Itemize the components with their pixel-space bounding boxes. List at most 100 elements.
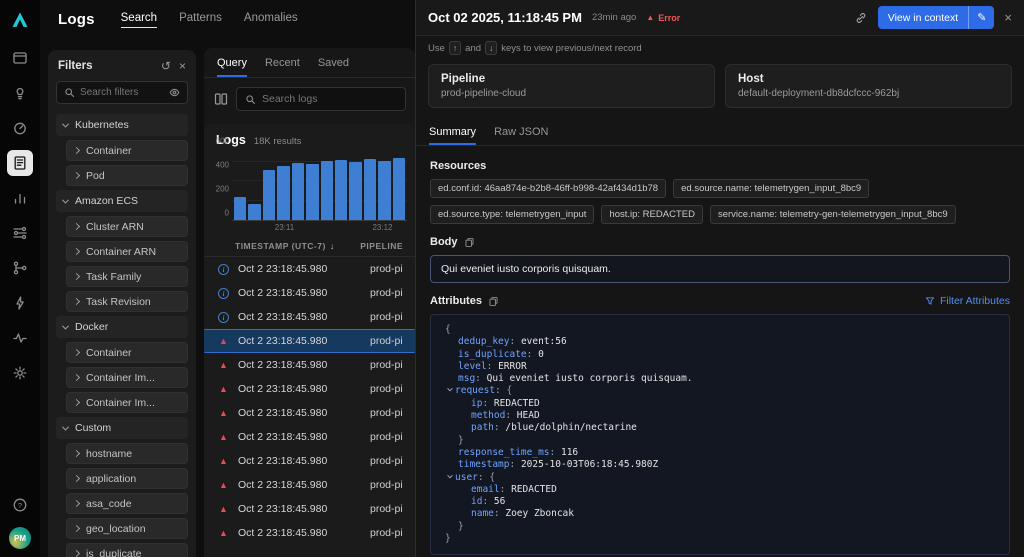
topnav-patterns[interactable]: Patterns	[179, 12, 222, 28]
collapse-icon[interactable]	[447, 472, 453, 478]
histogram-bar[interactable]	[349, 162, 361, 220]
eye-icon[interactable]	[169, 87, 180, 98]
histogram-bar[interactable]	[306, 164, 318, 220]
filters-search[interactable]	[56, 81, 188, 104]
log-row[interactable]: ▲Oct 2 23:18:45.980prod-pipeline-cloud	[204, 521, 415, 545]
metrics-icon[interactable]	[7, 185, 33, 211]
attributes-json-viewer[interactable]: {dedup_key: event:56is_duplicate: 0level…	[430, 314, 1010, 555]
pipelines-icon[interactable]	[7, 220, 33, 246]
histogram-bar[interactable]	[364, 159, 376, 220]
view-in-context-button[interactable]: View in context ✎	[878, 6, 995, 29]
tab-saved[interactable]: Saved	[318, 48, 349, 77]
filter-item-container[interactable]: Container	[66, 140, 188, 161]
user-avatar[interactable]: PM	[9, 527, 31, 549]
attribute-line: is_duplicate: 0	[445, 349, 995, 361]
traces-icon[interactable]	[7, 325, 33, 351]
filter-group-kubernetes[interactable]: Kubernetes	[56, 114, 188, 136]
tab-query[interactable]: Query	[217, 48, 247, 77]
filter-item-is-duplicate[interactable]: is_duplicate	[66, 543, 188, 557]
close-filters-icon[interactable]: ×	[179, 60, 186, 72]
filter-group-docker[interactable]: Docker	[56, 316, 188, 338]
log-row[interactable]: ▲Oct 2 23:18:45.980prod-pipeline-cloud	[204, 401, 415, 425]
detail-tab-raw-json[interactable]: Raw JSON	[494, 118, 548, 145]
dashboards-icon[interactable]	[7, 115, 33, 141]
resource-chip[interactable]: host.ip: REDACTED	[601, 205, 703, 224]
detail-card-pipeline[interactable]: Pipelineprod-pipeline-cloud	[428, 64, 715, 108]
histogram-bar[interactable]	[234, 197, 246, 220]
resource-chip[interactable]: ed.source.name: telemetrygen_input_8bc9	[673, 179, 869, 198]
filter-item-hostname[interactable]: hostname	[66, 443, 188, 464]
service-map-icon[interactable]	[7, 255, 33, 281]
copy-attributes-icon[interactable]	[488, 296, 499, 307]
collapse-icon[interactable]	[447, 386, 453, 392]
logs-icon[interactable]	[7, 150, 33, 176]
filters-tree: Kubernetes Container Pod Amazon ECS Cluster …	[56, 114, 188, 557]
histogram-bar[interactable]	[393, 158, 405, 220]
edit-icon[interactable]: ✎	[969, 11, 994, 24]
log-row[interactable]: iOct 2 23:18:45.980prod-pipeline-cloud	[204, 305, 415, 329]
histogram-bar[interactable]	[378, 161, 390, 220]
histogram-bar[interactable]	[335, 160, 347, 220]
tab-recent[interactable]: Recent	[265, 48, 300, 77]
attribute-line: {	[445, 324, 995, 336]
close-icon[interactable]: ×	[1004, 10, 1012, 25]
filter-item-pod[interactable]: Pod	[66, 165, 188, 186]
resource-chip[interactable]: ed.source.type: telemetrygen_input	[430, 205, 594, 224]
log-row[interactable]: ▲Oct 2 23:18:45.980prod-pipeline-cloud	[204, 377, 415, 401]
chevron-right-icon	[73, 550, 80, 557]
filter-attributes-button[interactable]: Filter Attributes	[925, 295, 1010, 307]
copy-body-icon[interactable]	[464, 237, 475, 248]
filters-search-input[interactable]	[80, 87, 164, 98]
filter-item-asa-code[interactable]: asa_code	[66, 493, 188, 514]
edge-delta-logo[interactable]	[8, 8, 32, 32]
filter-item-task-revision[interactable]: Task Revision	[66, 291, 188, 312]
arrow-up-key: ↑	[449, 41, 461, 55]
log-body-value[interactable]: Qui eveniet iusto corporis quisquam.	[430, 255, 1010, 283]
help-icon[interactable]: ?	[7, 492, 33, 518]
pipeline-column-header[interactable]: PIPELINE	[360, 241, 403, 251]
log-row[interactable]: ▲Oct 2 23:18:45.980prod-pipeline-cloud	[204, 449, 415, 473]
logs-search[interactable]	[236, 87, 406, 111]
topnav-search[interactable]: Search	[121, 12, 157, 28]
histogram-bar[interactable]	[263, 170, 275, 220]
log-row[interactable]: iOct 2 23:18:45.980prod-pipeline-cloud	[204, 281, 415, 305]
log-row[interactable]: iOct 2 23:18:45.980prod-pipeline-cloud	[204, 257, 415, 281]
topnav-anomalies[interactable]: Anomalies	[244, 12, 298, 28]
events-icon[interactable]	[7, 290, 33, 316]
histogram-bar[interactable]	[277, 166, 289, 220]
attribute-line: }	[445, 533, 995, 545]
resource-chip[interactable]: ed.conf.id: 46aa874e-b2b8-46ff-b998-42af…	[430, 179, 666, 198]
histogram-bar[interactable]	[321, 161, 333, 220]
filter-group-amazon-ecs[interactable]: Amazon ECS	[56, 190, 188, 212]
reset-filters-icon[interactable]: ↺	[161, 60, 171, 72]
histogram-bar[interactable]	[292, 163, 304, 220]
log-row[interactable]: ▲Oct 2 23:18:45.980prod-pipeline-cloud	[204, 497, 415, 521]
error-icon: ▲	[217, 504, 230, 514]
histogram-bar[interactable]	[248, 204, 260, 220]
detail-card-host[interactable]: Hostdefault-deployment-db8dcfccc-962bj	[725, 64, 1012, 108]
overview-icon[interactable]	[7, 45, 33, 71]
detail-cards: Pipelineprod-pipeline-cloudHostdefault-d…	[416, 60, 1024, 118]
layout-columns-icon[interactable]	[214, 92, 228, 106]
log-row[interactable]: ▲Oct 2 23:18:45.980prod-pipeline-cloud	[204, 425, 415, 449]
filter-item-container-im[interactable]: Container Im...	[66, 392, 188, 413]
filter-item-application[interactable]: application	[66, 468, 188, 489]
filter-item-container-im[interactable]: Container Im...	[66, 367, 188, 388]
chevron-down-icon	[62, 423, 69, 430]
settings-icon[interactable]	[7, 360, 33, 386]
filter-item-container-arn[interactable]: Container ARN	[66, 241, 188, 262]
filter-item-container[interactable]: Container	[66, 342, 188, 363]
logs-search-input[interactable]	[262, 93, 397, 105]
detail-tab-summary[interactable]: Summary	[429, 118, 476, 145]
timestamp-column-header[interactable]: TIMESTAMP (UTC-7)↓	[235, 241, 354, 251]
resource-chip[interactable]: service.name: telemetry-gen-telemetrygen…	[710, 205, 956, 224]
log-row[interactable]: ▲Oct 2 23:18:45.980prod-pipeline-cloud	[204, 473, 415, 497]
filter-item-geo-location[interactable]: geo_location	[66, 518, 188, 539]
filter-group-custom[interactable]: Custom	[56, 417, 188, 439]
log-row[interactable]: ▲Oct 2 23:18:45.980prod-pipeline-cloud	[204, 353, 415, 377]
log-row[interactable]: ▲Oct 2 23:18:45.980prod-pipeline-cloud	[204, 329, 415, 353]
filter-item-cluster-arn[interactable]: Cluster ARN	[66, 216, 188, 237]
copy-link-icon[interactable]	[854, 11, 868, 25]
filter-item-task-family[interactable]: Task Family	[66, 266, 188, 287]
insights-icon[interactable]	[7, 80, 33, 106]
